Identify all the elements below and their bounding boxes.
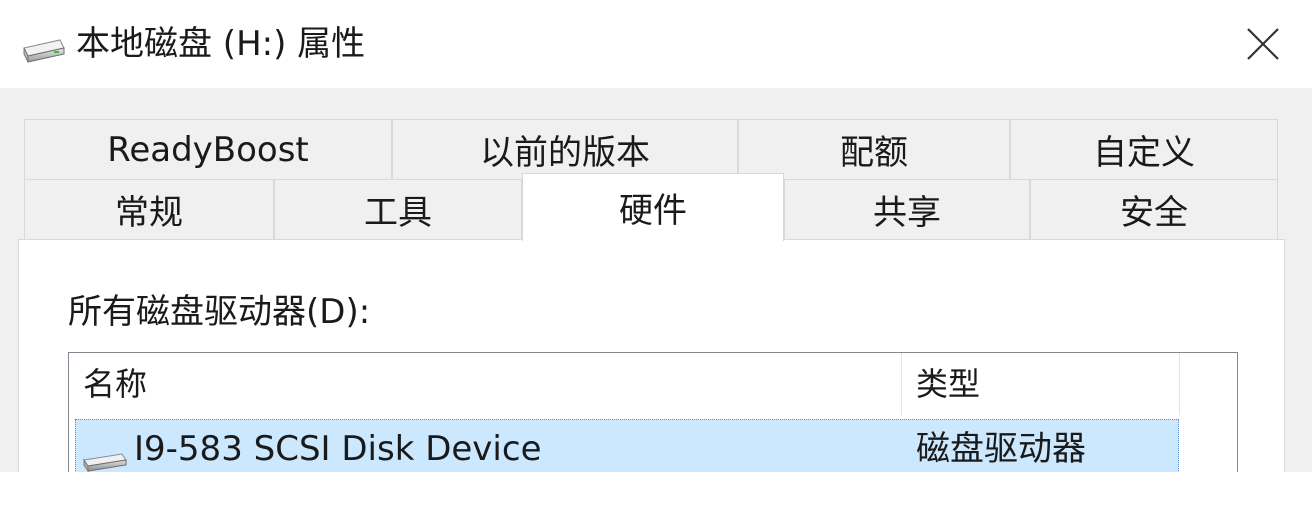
window-title: 本地磁盘 (H:) 属性 xyxy=(76,24,366,64)
tab-customize[interactable]: 自定义 xyxy=(1010,119,1278,179)
close-icon xyxy=(1247,28,1279,60)
tab-security[interactable]: 安全 xyxy=(1030,179,1278,239)
bottom-area xyxy=(0,472,1312,526)
disk-drive-icon xyxy=(83,453,127,472)
tab-sharing[interactable]: 共享 xyxy=(784,179,1030,239)
tab-previous-versions[interactable]: 以前的版本 xyxy=(392,119,738,179)
all-disk-drives-label: 所有磁盘驱动器(D): xyxy=(68,292,371,332)
tab-general[interactable]: 常规 xyxy=(24,179,274,239)
device-name: I9-583 SCSI Disk Device xyxy=(134,429,542,469)
device-type: 磁盘驱动器 xyxy=(916,429,1086,469)
column-header-name[interactable]: 名称 xyxy=(69,353,902,415)
drive-icon xyxy=(23,39,65,63)
column-header-type[interactable]: 类型 xyxy=(902,353,1180,415)
disk-drive-list[interactable]: 名称 类型 I9-583 SCSI Disk Device 磁盘驱动器 xyxy=(68,352,1238,482)
tab-hardware[interactable]: 硬件 xyxy=(522,173,784,241)
title-bar: 本地磁盘 (H:) 属性 xyxy=(0,0,1312,88)
tab-readyboost[interactable]: ReadyBoost xyxy=(24,119,392,179)
close-button[interactable] xyxy=(1232,14,1294,74)
list-item[interactable]: I9-583 SCSI Disk Device 磁盘驱动器 xyxy=(75,419,1179,479)
tab-tools[interactable]: 工具 xyxy=(274,179,522,239)
tab-quota[interactable]: 配额 xyxy=(738,119,1010,179)
